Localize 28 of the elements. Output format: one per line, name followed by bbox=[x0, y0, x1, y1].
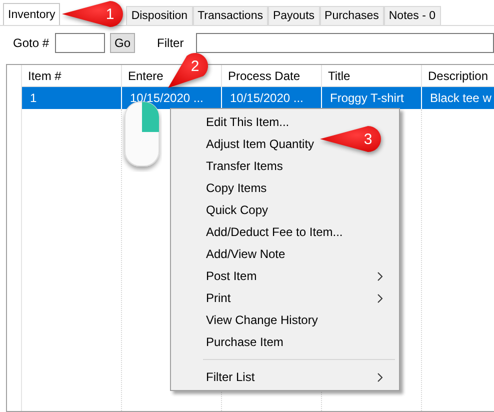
menu-item[interactable]: Edit This Item... bbox=[206, 115, 290, 129]
callout-badge: 1 bbox=[60, 0, 126, 28]
tab[interactable]: Inventory bbox=[3, 3, 60, 25]
table-cell: Froggy T-shirt bbox=[322, 87, 422, 109]
tab[interactable]: Transactions bbox=[192, 6, 268, 25]
goto-label: Goto # bbox=[13, 36, 50, 50]
tab[interactable]: Notes - 0 bbox=[384, 6, 441, 25]
table-cell: Black tee w bbox=[422, 87, 494, 109]
menu-item[interactable]: View Change History bbox=[206, 313, 318, 327]
menu-item[interactable]: Filter List bbox=[206, 370, 255, 384]
menu-item[interactable]: Add/View Note bbox=[206, 247, 286, 261]
menu-item[interactable]: Adjust Item Quantity bbox=[206, 137, 314, 151]
filter-field[interactable] bbox=[196, 33, 494, 53]
goto-field[interactable] bbox=[55, 33, 106, 53]
menu-item[interactable]: Purchase Item bbox=[206, 335, 284, 349]
filter-label: Filter bbox=[157, 36, 184, 50]
tab[interactable]: Payouts bbox=[268, 6, 320, 25]
tab[interactable]: Purchases bbox=[320, 6, 384, 25]
table-cell: 10/15/2020 ... bbox=[222, 87, 322, 109]
menu-item[interactable]: Add/Deduct Fee to Item... bbox=[206, 225, 343, 239]
go-button[interactable]: Go bbox=[110, 33, 136, 53]
tab[interactable]: Disposition bbox=[126, 6, 193, 25]
menu-item[interactable]: Post Item bbox=[206, 269, 257, 283]
menu-item[interactable]: Quick Copy bbox=[206, 203, 268, 217]
table-cell: 1 bbox=[22, 87, 122, 109]
menu-item[interactable]: Copy Items bbox=[206, 181, 267, 195]
menu-item[interactable]: Transfer Items bbox=[206, 159, 283, 173]
menu-item[interactable]: Print bbox=[206, 291, 231, 305]
